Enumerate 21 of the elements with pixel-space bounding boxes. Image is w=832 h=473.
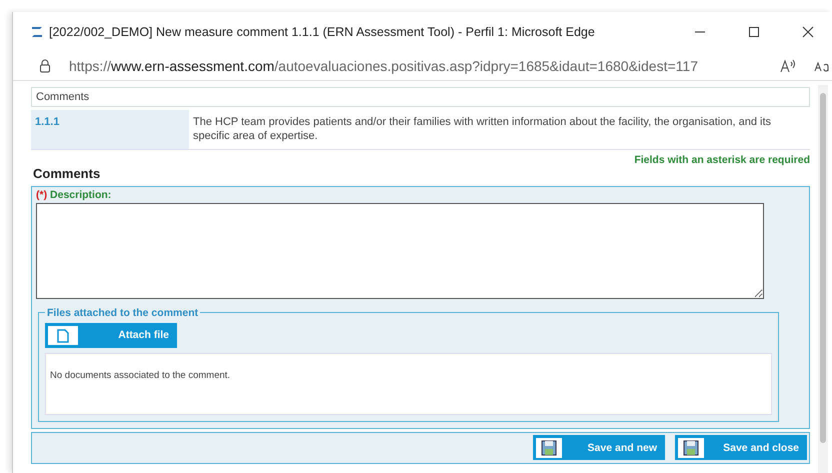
save-button[interactable]: Save and new [533,435,665,460]
read-aloud-icon[interactable] [780,59,796,73]
files-legend: Files attached to the comment [45,306,200,319]
window-title: [2022/002_DEMO] New measure comment 1.1.1 (ERN Assessment Tool) - Perfil 1: Microsoft Edge [49,25,596,39]
required-note: Fields with an asterisk are required [633,154,810,166]
comments-header: Comments [31,87,810,107]
description-label: (*) Description: [36,188,112,201]
measure-code: 1.1.1 [31,110,189,149]
lock-icon [39,59,51,73]
document-icon [48,326,78,345]
save-button[interactable]: Save and close [675,435,807,460]
measure-description: The HCP team provides patients and/or their families with written information about the facility, the organisation, and its specific area of expertise. [192,115,772,144]
url-text[interactable]: https://www.ern-assessment.com/autoevaluaciones.positivas.asp?idpry=1685&idaut=1680&idest=117 [69,58,762,74]
maximize-icon [748,26,760,38]
empty-message: No documents associated to the comment. [50,370,230,381]
scrollbar[interactable] [818,85,828,473]
section-title: Comments [33,166,102,181]
attach-file-button[interactable]: Attach file [45,322,177,348]
description-field[interactable] [36,202,764,299]
app-logo-icon [31,26,43,38]
close-icon [802,26,814,38]
